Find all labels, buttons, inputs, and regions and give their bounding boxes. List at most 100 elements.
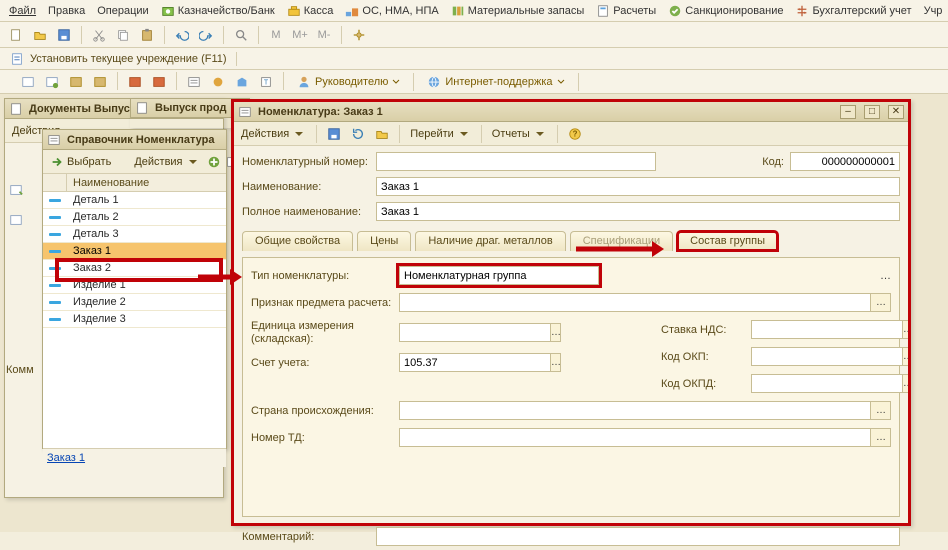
tab-spec[interactable]: Спецификации	[570, 231, 673, 251]
list-item[interactable]: Изделие 2	[43, 294, 226, 311]
menu-sanction[interactable]: Санкционирование	[665, 2, 786, 20]
left-icon-1[interactable]	[6, 180, 26, 200]
label-okpd: Код ОКПД:	[661, 378, 745, 390]
type-pick-button[interactable]: …	[880, 270, 891, 282]
tab-metals[interactable]: Наличие драг. металлов	[415, 231, 565, 251]
menu-assets[interactable]: ОС, НМА, НПА	[342, 2, 441, 20]
input-account[interactable]	[399, 353, 551, 372]
paste-icon[interactable]	[137, 25, 157, 45]
open-icon[interactable]	[30, 25, 50, 45]
menu-uchr[interactable]: Учр	[921, 3, 946, 19]
input-attr[interactable]	[399, 293, 871, 312]
input-unit[interactable]	[399, 323, 551, 342]
country-pick-button[interactable]: …	[871, 401, 891, 420]
list-item[interactable]: Изделие 3	[43, 311, 226, 328]
tab-prices[interactable]: Цены	[357, 231, 411, 251]
find-icon[interactable]	[231, 25, 251, 45]
account-pick-button[interactable]: …	[551, 353, 561, 372]
input-country[interactable]	[399, 401, 871, 420]
input-nomen-number[interactable]	[376, 152, 656, 171]
input-nds[interactable]	[751, 320, 903, 339]
nds-pick-button[interactable]: …	[903, 320, 908, 339]
nomen-window-icon	[238, 105, 252, 119]
list-item[interactable]: Заказ 2	[43, 260, 226, 277]
link-ruk[interactable]: Руководителю	[297, 75, 400, 89]
close-button[interactable]: ✕	[888, 105, 904, 119]
new-doc-icon[interactable]	[6, 25, 26, 45]
list-item[interactable]: Деталь 3	[43, 226, 226, 243]
copy-icon[interactable]	[113, 25, 133, 45]
tbtn2-9[interactable]	[232, 72, 252, 92]
tbtn2-4[interactable]	[90, 72, 110, 92]
dict-grid: Наименование Деталь 1 Деталь 2 Деталь 3 …	[43, 174, 226, 448]
tbtn2-7[interactable]	[184, 72, 204, 92]
settings-icon[interactable]	[349, 25, 369, 45]
svg-text:?: ?	[572, 129, 577, 138]
set-institution-label[interactable]: Установить текущее учреждение (F11)	[30, 53, 227, 65]
input-comment[interactable]	[376, 527, 900, 546]
link-internet[interactable]: Интернет-поддержка	[427, 75, 564, 89]
attr-pick-button[interactable]: …	[871, 293, 891, 312]
input-okp[interactable]	[751, 347, 903, 366]
minimize-button[interactable]: –	[840, 105, 856, 119]
save-icon[interactable]	[54, 25, 74, 45]
okp-pick-button[interactable]: …	[903, 347, 908, 366]
tbtn2-8[interactable]	[208, 72, 228, 92]
undo-icon[interactable]	[172, 25, 192, 45]
tab-group[interactable]: Состав группы	[677, 231, 778, 251]
menu-file[interactable]: Файл	[6, 3, 39, 19]
workspace: Документы Выпус Действия Выпуск прод Ком…	[0, 94, 948, 532]
menu-treasury[interactable]: Казначейство/Банк	[158, 2, 278, 20]
menu-calc[interactable]: Расчеты	[593, 2, 659, 20]
input-code[interactable]	[790, 152, 900, 171]
dict-select-button[interactable]: Выбрать	[47, 154, 117, 170]
select-arrow-icon	[50, 155, 64, 169]
unit-pick-button[interactable]: …	[551, 323, 561, 342]
redo-icon[interactable]	[196, 25, 216, 45]
help-icon[interactable]: ?	[565, 124, 585, 144]
nomen-goto-button[interactable]: Перейти	[407, 127, 474, 141]
menu-operations[interactable]: Операции	[94, 3, 151, 19]
nomen-save-icon[interactable]	[324, 124, 344, 144]
nomen-folder-icon[interactable]	[372, 124, 392, 144]
cut-icon[interactable]	[89, 25, 109, 45]
window-nomenclature: Номенклатура: Заказ 1 – □ ✕ Действия Пер…	[231, 99, 911, 526]
tbtn2-10[interactable]: T	[256, 72, 276, 92]
input-td[interactable]	[399, 428, 871, 447]
label-nomen-number: Номенклатурный номер:	[242, 156, 370, 168]
m-plus-icon[interactable]: M+	[290, 25, 310, 45]
globe-icon	[427, 75, 441, 89]
input-name[interactable]	[376, 177, 900, 196]
list-item[interactable]: Деталь 2	[43, 209, 226, 226]
menu-inventory[interactable]: Материальные запасы	[448, 2, 588, 20]
tbtn2-6[interactable]	[149, 72, 169, 92]
nomen-reports-button[interactable]: Отчеты	[489, 127, 550, 141]
dict-footer-link[interactable]: Заказ 1	[43, 448, 226, 467]
menu-accounting[interactable]: Бухгалтерский учет	[792, 2, 914, 20]
dict-add-icon[interactable]	[207, 152, 221, 172]
maximize-button[interactable]: □	[864, 105, 880, 119]
tab-common[interactable]: Общие свойства	[242, 231, 353, 251]
list-item-selected[interactable]: Заказ 1	[43, 243, 226, 260]
menu-cash[interactable]: Касса	[284, 2, 337, 20]
input-type[interactable]	[399, 266, 599, 285]
menu-edit[interactable]: Правка	[45, 3, 88, 19]
tbtn2-2[interactable]	[42, 72, 62, 92]
nomen-reread-icon[interactable]	[348, 124, 368, 144]
okpd-pick-button[interactable]: …	[903, 374, 908, 393]
dict-column-header[interactable]: Наименование	[67, 177, 226, 189]
tbtn2-3[interactable]	[66, 72, 86, 92]
window-dictionary-title: Справочник Номенклатура	[67, 134, 222, 146]
dict-actions-button[interactable]: Действия	[131, 155, 202, 169]
list-item[interactable]: Изделие 1	[43, 277, 226, 294]
m-icon[interactable]: M	[266, 25, 286, 45]
tbtn2-1[interactable]	[18, 72, 38, 92]
input-fullname[interactable]	[376, 202, 900, 221]
td-pick-button[interactable]: …	[871, 428, 891, 447]
left-icon-2[interactable]	[6, 210, 26, 230]
input-okpd[interactable]	[751, 374, 903, 393]
list-item[interactable]: Деталь 1	[43, 192, 226, 209]
m-minus-icon[interactable]: M-	[314, 25, 334, 45]
tbtn2-5[interactable]	[125, 72, 145, 92]
nomen-actions-button[interactable]: Действия	[238, 127, 309, 141]
